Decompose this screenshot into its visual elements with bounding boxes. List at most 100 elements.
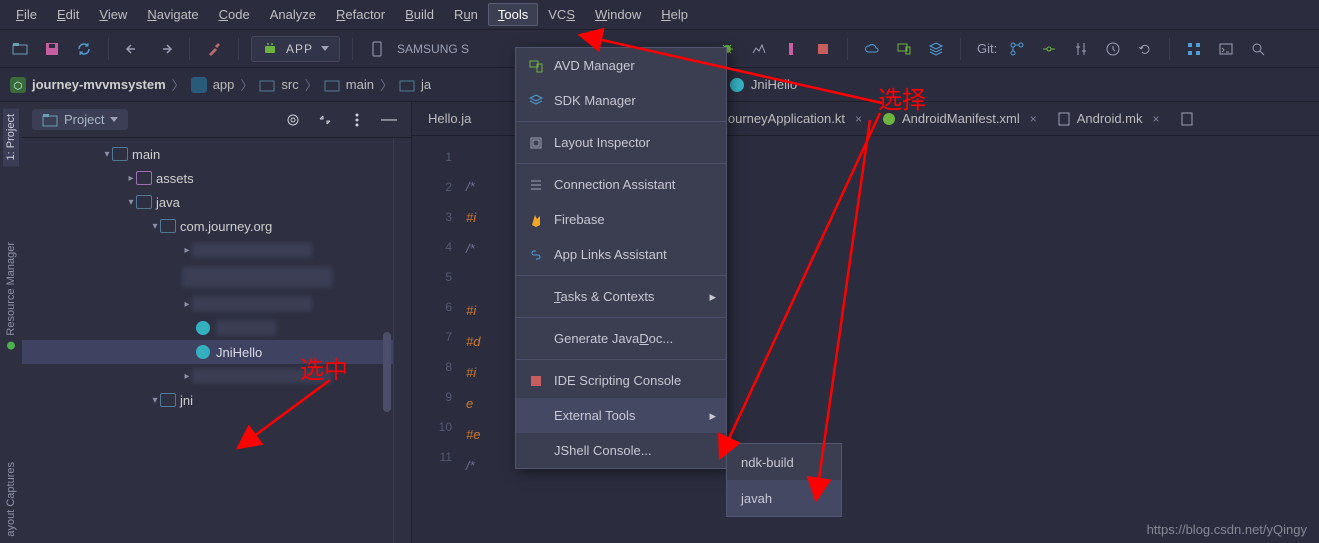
tree-assets[interactable]: ▸assets <box>22 166 393 190</box>
tree-main[interactable]: ▾main <box>22 142 393 166</box>
menu-view[interactable]: View <box>89 3 137 26</box>
menu-external-tools[interactable]: External Tools▸ <box>516 398 726 433</box>
menu-jshell[interactable]: JShell Console... <box>516 433 726 468</box>
menu-code[interactable]: Code <box>209 3 260 26</box>
profile-icon[interactable] <box>747 37 771 61</box>
menu-refactor[interactable]: Refactor <box>326 3 395 26</box>
tab-resource-manager[interactable]: Resource Manager <box>3 236 19 356</box>
sync-icon[interactable] <box>72 37 96 61</box>
tree-item[interactable]: ▸ <box>22 364 393 388</box>
menu-build[interactable]: Build <box>395 3 444 26</box>
menu-analyze[interactable]: Analyze <box>260 3 326 26</box>
menu-file[interactable]: File <box>6 3 47 26</box>
device-label: SAMSUNG S <box>397 42 469 56</box>
menu-connection[interactable]: Connection Assistant <box>516 167 726 202</box>
tree-item[interactable]: ▸ <box>22 292 393 316</box>
hide-icon[interactable]: — <box>377 108 401 132</box>
tree-jni[interactable]: ▾jni <box>22 388 393 412</box>
menu-applinks[interactable]: App Links Assistant <box>516 237 726 272</box>
commit-icon[interactable] <box>1037 37 1061 61</box>
avd-icon[interactable] <box>892 37 916 61</box>
stop-icon[interactable] <box>811 37 835 61</box>
close-icon[interactable]: × <box>1153 112 1160 126</box>
target-icon[interactable] <box>281 108 305 132</box>
menu-firebase[interactable]: Firebase <box>516 202 726 237</box>
tree-jnihello[interactable]: JniHello <box>22 340 393 364</box>
submenu-javah[interactable]: javah <box>727 480 841 516</box>
chevron-right-icon: ▸ <box>709 289 716 305</box>
sdk-icon[interactable] <box>924 37 948 61</box>
device-icon[interactable] <box>365 37 389 61</box>
crumb-root[interactable]: journey-mvvmsystem <box>32 77 166 92</box>
chevron-down-icon <box>110 117 118 122</box>
crumb-main[interactable]: main <box>346 77 374 92</box>
menu-window[interactable]: Window <box>585 3 651 26</box>
tab-project[interactable]: 1: Project <box>3 108 19 166</box>
tree-java[interactable]: ▾java <box>22 190 393 214</box>
menu-layout-inspector[interactable]: Layout Inspector <box>516 125 726 160</box>
redo-icon[interactable] <box>153 37 177 61</box>
left-tool-strip: 1: Project Resource Manager ayout Captur… <box>0 102 22 543</box>
tab-more[interactable] <box>1170 102 1204 135</box>
hammer-icon[interactable] <box>202 37 226 61</box>
search-icon[interactable] <box>1246 37 1270 61</box>
tree-scrollbar[interactable] <box>393 138 411 543</box>
menu-edit[interactable]: Edit <box>47 3 89 26</box>
script-icon <box>528 374 544 388</box>
file-icon <box>1180 112 1194 126</box>
file-icon <box>1057 112 1071 126</box>
tab-androidmk[interactable]: Android.mk× <box>1047 102 1170 135</box>
menu-tools[interactable]: Tools <box>488 3 538 26</box>
cloud-icon[interactable] <box>860 37 884 61</box>
folder-icon <box>399 77 415 93</box>
menu-vcs[interactable]: VCS <box>538 3 585 26</box>
menu-tasks[interactable]: Tasks & Contexts▸ <box>516 279 726 314</box>
tab-manifest[interactable]: AndroidManifest.xml× <box>872 102 1047 135</box>
undo-icon[interactable] <box>121 37 145 61</box>
run-config-selector[interactable]: APP <box>251 36 340 62</box>
scroll-thumb[interactable] <box>383 332 391 412</box>
open-icon[interactable] <box>8 37 32 61</box>
menubar: File Edit View Navigate Code Analyze Ref… <box>0 0 1319 30</box>
tree-item[interactable] <box>22 262 393 292</box>
tab-layout-captures[interactable]: ayout Captures <box>3 456 19 543</box>
attach-icon[interactable] <box>779 37 803 61</box>
close-icon[interactable]: × <box>1030 112 1037 126</box>
revert-icon[interactable] <box>1133 37 1157 61</box>
firebase-icon <box>528 213 544 227</box>
more-icon[interactable] <box>345 108 369 132</box>
tree-pkg[interactable]: ▾com.journey.org <box>22 214 393 238</box>
tab-hello[interactable]: Hello.ja <box>412 102 481 135</box>
menu-sdk[interactable]: SDK Manager <box>516 83 726 118</box>
history-icon[interactable] <box>1101 37 1125 61</box>
crumb-file[interactable]: JniHello <box>751 77 797 92</box>
close-icon[interactable]: × <box>855 112 862 126</box>
avd-icon <box>528 59 544 73</box>
project-tree[interactable]: ▾main ▸assets ▾java ▾com.journey.org ▸ ▸… <box>22 138 393 543</box>
module-icon <box>191 77 207 93</box>
crumb-src[interactable]: src <box>281 77 298 92</box>
sdk-icon <box>528 94 544 108</box>
menu-avd[interactable]: AVD Manager <box>516 48 726 83</box>
crumb-app[interactable]: app <box>213 77 235 92</box>
collapse-icon[interactable] <box>313 108 337 132</box>
menu-run[interactable]: Run <box>444 3 488 26</box>
menu-help[interactable]: Help <box>651 3 698 26</box>
project-view-selector[interactable]: Project <box>32 109 128 130</box>
terminal-icon[interactable] <box>1214 37 1238 61</box>
svg-text:⬡: ⬡ <box>14 81 23 92</box>
class-icon <box>729 77 745 93</box>
android-icon <box>262 41 278 57</box>
menu-navigate[interactable]: Navigate <box>137 3 208 26</box>
menu-javadoc[interactable]: Generate JavaDoc... <box>516 321 726 356</box>
crumb-java[interactable]: ja <box>421 77 431 92</box>
submenu-ndkbuild[interactable]: ndk-build <box>727 444 841 480</box>
grid-icon[interactable] <box>1182 37 1206 61</box>
menu-ide-console[interactable]: IDE Scripting Console <box>516 363 726 398</box>
tree-item[interactable]: ▸ <box>22 238 393 262</box>
compare-icon[interactable] <box>1069 37 1093 61</box>
save-icon[interactable] <box>40 37 64 61</box>
branch-icon[interactable] <box>1005 37 1029 61</box>
tree-item[interactable] <box>22 316 393 340</box>
android-icon <box>882 112 896 126</box>
